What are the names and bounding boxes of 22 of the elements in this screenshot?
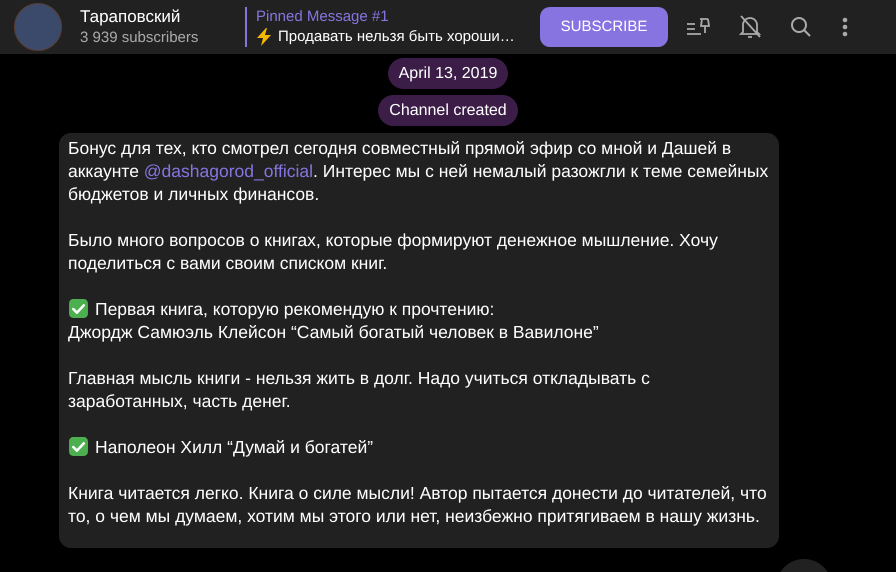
pinned-title: Pinned Message #1 — [256, 7, 390, 27]
service-message: April 13, 2019 — [388, 58, 508, 89]
subscribe-button[interactable]: SUBSCRIBE — [540, 7, 668, 47]
pinned-message[interactable]: Pinned Message #1 Продавать нельзя быть хороши… — [245, 7, 530, 47]
subscriber-count: 3 939 subscribers — [80, 28, 200, 48]
message-paragraph: Книга читается легко. Книга о силе мысли! Автор пытается донести до читателей, что то, о чем мы думаем, хотим мы этого или нет, неизбежно притягиваем в нашу жизнь. — [68, 482, 768, 528]
message-paragraph: Главная мысль книги - нельзя жить в долг. Надо учиться откладывать с заработанных, часть денег. — [68, 367, 651, 413]
check-mark-icon — [68, 298, 89, 319]
muted-bell-icon[interactable] — [738, 14, 762, 40]
message-paragraph: Первая книга, которую рекомендую к прочтению: Джордж Самюэль Клейсон “Самый богатый человек в Вавилоне” — [68, 298, 600, 344]
mention-link[interactable]: @dashagorod_official — [144, 161, 314, 181]
pinned-text: Продавать нельзя быть хороши… — [278, 27, 515, 47]
lightning-icon — [256, 28, 272, 46]
message-paragraph: Бонус для тех, кто смотрел сегодня совместный прямой эфир со мной и Дашей в аккаунте @dashagorod_official. Интерес мы с ней немалый разожгли к теме семейных бюджетов и личных финансов. — [68, 137, 770, 206]
check-mark-icon — [68, 436, 89, 457]
message-paragraph: Наполеон Хилл “Думай и богатей” — [68, 436, 770, 459]
message-paragraph: Было много вопросов о книгах, которые формируют денежное мышление. Хочу поделиться с вами своим списком книг. — [68, 229, 719, 275]
channel-name[interactable]: Тараповский — [80, 6, 230, 26]
more-icon[interactable] — [842, 17, 848, 37]
search-icon[interactable] — [790, 16, 812, 38]
service-message: Channel created — [378, 95, 518, 126]
pinned-list-icon[interactable] — [686, 16, 712, 38]
